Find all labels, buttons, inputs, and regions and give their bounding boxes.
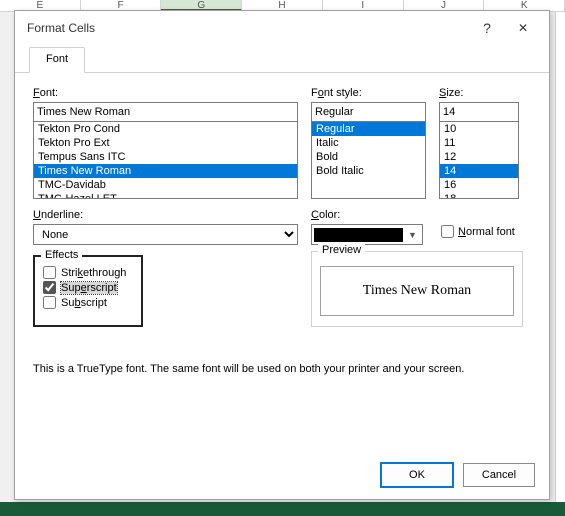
preview-text: Times New Roman bbox=[363, 283, 471, 299]
font-style-listbox[interactable]: RegularItalicBoldBold Italic bbox=[311, 121, 426, 199]
cancel-button[interactable]: Cancel bbox=[463, 463, 535, 487]
titlebar: Format Cells ? ✕ bbox=[15, 11, 549, 45]
list-item[interactable]: Bold bbox=[312, 150, 425, 164]
list-item[interactable]: Tekton Pro Cond bbox=[34, 122, 297, 136]
color-label: Color: bbox=[311, 209, 423, 221]
list-item[interactable]: Bold Italic bbox=[312, 164, 425, 178]
preview-legend: Preview bbox=[318, 244, 365, 256]
superscript-checkbox[interactable] bbox=[43, 281, 56, 294]
strikethrough-label: Strikethrough bbox=[61, 267, 126, 279]
tab-font[interactable]: Font bbox=[29, 47, 85, 73]
ok-button[interactable]: OK bbox=[381, 463, 453, 487]
size-listbox[interactable]: 101112141618 bbox=[439, 121, 519, 199]
underline-select[interactable]: None bbox=[33, 224, 298, 245]
sheet-right-edge bbox=[555, 12, 565, 504]
list-item[interactable]: 11 bbox=[440, 136, 518, 150]
strikethrough-checkbox[interactable] bbox=[43, 266, 56, 279]
list-item[interactable]: Tempus Sans ITC bbox=[34, 150, 297, 164]
font-label: Font: bbox=[33, 87, 298, 99]
list-item[interactable]: Regular bbox=[312, 122, 425, 136]
size-input[interactable] bbox=[439, 102, 519, 122]
chevron-down-icon: ▼ bbox=[405, 230, 420, 240]
list-item[interactable]: 16 bbox=[440, 178, 518, 192]
list-item[interactable]: 10 bbox=[440, 122, 518, 136]
preview-area: Times New Roman bbox=[320, 266, 514, 316]
dialog-buttons: OK Cancel bbox=[381, 463, 535, 487]
list-item[interactable]: TMC-Davidab bbox=[34, 178, 297, 192]
sheet-status-bar bbox=[0, 502, 565, 516]
font-input[interactable] bbox=[33, 102, 298, 122]
dialog-title: Format Cells bbox=[27, 21, 469, 35]
list-item[interactable]: Tekton Pro Ext bbox=[34, 136, 297, 150]
font-style-label: Font style: bbox=[311, 87, 426, 99]
close-button[interactable]: ✕ bbox=[505, 21, 541, 35]
subscript-option[interactable]: Subscript bbox=[35, 295, 141, 310]
underline-label: Underline: bbox=[33, 209, 298, 221]
list-item[interactable]: 14 bbox=[440, 164, 518, 178]
list-item[interactable]: TMC-Hazel LET bbox=[34, 192, 297, 199]
font-listbox[interactable]: Tekton Pro CondTekton Pro ExtTempus Sans… bbox=[33, 121, 298, 199]
font-info-text: This is a TrueType font. The same font w… bbox=[33, 363, 523, 375]
subscript-checkbox[interactable] bbox=[43, 296, 56, 309]
superscript-label: Superscript bbox=[61, 282, 117, 294]
normal-font-option[interactable]: Normal font bbox=[441, 225, 515, 238]
normal-font-checkbox[interactable] bbox=[441, 225, 454, 238]
preview-group: Preview Times New Roman bbox=[311, 251, 523, 327]
effects-legend: Effects bbox=[41, 249, 82, 261]
font-style-input[interactable] bbox=[311, 102, 426, 122]
dialog-content: Font: Tekton Pro CondTekton Pro ExtTempu… bbox=[15, 73, 549, 101]
list-item[interactable]: Italic bbox=[312, 136, 425, 150]
tab-strip: Font bbox=[15, 47, 549, 73]
size-label: Size: bbox=[439, 87, 519, 99]
effects-group: Effects Strikethrough Superscript Subscr… bbox=[33, 255, 143, 327]
subscript-label: Subscript bbox=[61, 297, 107, 309]
help-button[interactable]: ? bbox=[469, 20, 505, 36]
color-select[interactable]: ▼ bbox=[311, 224, 423, 245]
superscript-option[interactable]: Superscript bbox=[35, 280, 141, 295]
format-cells-dialog: Format Cells ? ✕ Font Font: Tekton Pro C… bbox=[14, 10, 550, 500]
list-item[interactable]: Times New Roman bbox=[34, 164, 297, 178]
list-item[interactable]: 12 bbox=[440, 150, 518, 164]
strikethrough-option[interactable]: Strikethrough bbox=[35, 265, 141, 280]
list-item[interactable]: 18 bbox=[440, 192, 518, 199]
color-swatch bbox=[314, 228, 403, 242]
normal-font-label: Normal font bbox=[458, 226, 515, 238]
